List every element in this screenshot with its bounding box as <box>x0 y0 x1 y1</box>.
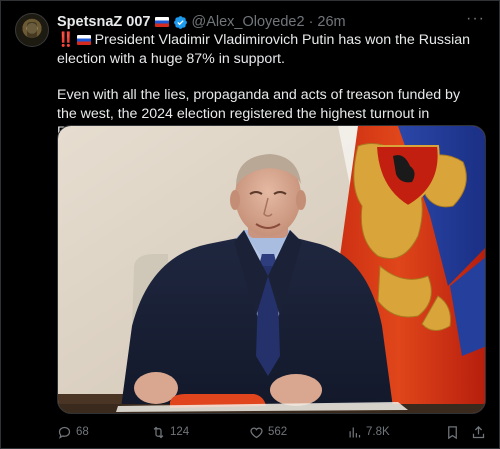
repost-button[interactable]: 124 <box>151 421 189 443</box>
tweet-photo[interactable] <box>57 125 486 414</box>
bookmark-icon <box>448 425 457 439</box>
timestamp[interactable]: 26m <box>317 14 345 30</box>
share-icon <box>472 425 485 438</box>
reply-count: 68 <box>76 426 89 438</box>
russian-flag-icon <box>76 35 91 45</box>
paragraph-1-text: President Vladimir Vladimirovich Putin h… <box>57 32 471 67</box>
repost-count: 124 <box>170 426 190 438</box>
tweet-paragraph-1: ‼️ President Vladimir Vladimirovich Putin… <box>57 31 483 68</box>
author-handle[interactable]: @Alex_Oloyede2 <box>192 14 305 30</box>
display-name[interactable]: SpetsnaZ 007 <box>57 14 151 30</box>
like-icon <box>250 426 263 438</box>
russian-flag-icon <box>154 17 169 27</box>
reply-icon <box>58 426 71 439</box>
views-icon <box>349 427 361 437</box>
photo-illustration <box>58 126 485 413</box>
more-icon[interactable]: ··· <box>466 10 485 28</box>
tweet-card: SpetsnaZ 007 @Alex_Oloyede2 · 26m ··· ‼️… <box>0 0 500 449</box>
repost-icon <box>153 426 164 438</box>
double-exclamation-icon: ‼️ <box>57 32 75 48</box>
bookmark-button[interactable] <box>445 421 464 443</box>
reply-button[interactable]: 68 <box>57 421 89 443</box>
views-count: 7.8K <box>366 426 390 438</box>
verified-badge-icon <box>173 15 187 29</box>
views-button[interactable]: 7.8K <box>347 421 390 443</box>
like-count: 562 <box>268 426 288 438</box>
tweet-header: SpetsnaZ 007 @Alex_Oloyede2 · 26m <box>57 12 346 32</box>
tweet-actions: 68 124 562 7.8K <box>57 421 487 443</box>
share-button[interactable] <box>471 421 490 443</box>
avatar[interactable] <box>15 13 49 47</box>
like-button[interactable]: 562 <box>249 421 287 443</box>
separator-dot: · <box>308 14 314 30</box>
